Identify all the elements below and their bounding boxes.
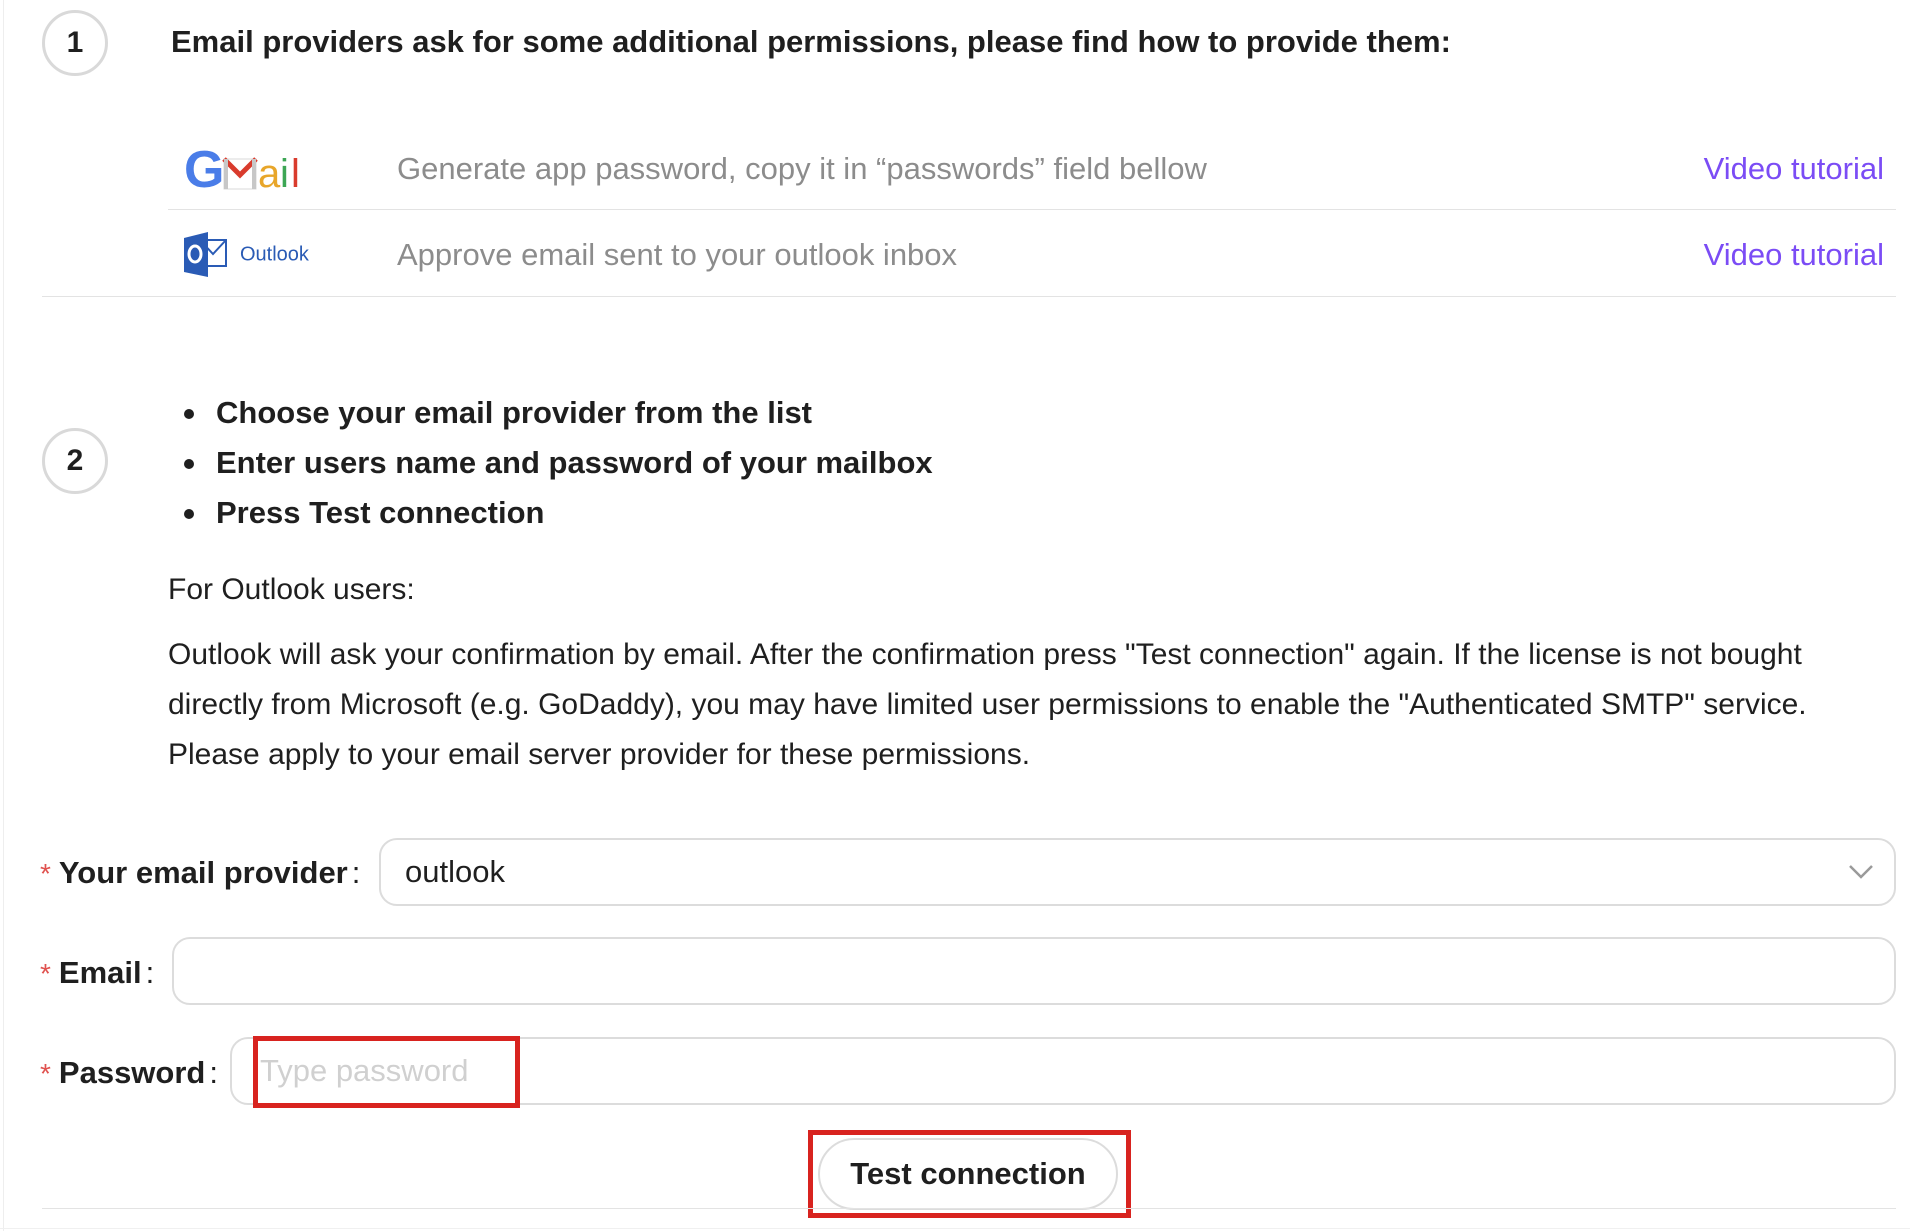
form-bottom-divider [42, 1208, 1896, 1209]
required-mark: * [40, 1058, 51, 1089]
password-label-text: Password [58, 1055, 206, 1090]
section-divider [42, 296, 1896, 297]
required-mark: * [40, 858, 51, 889]
required-mark: * [40, 958, 51, 989]
email-field[interactable] [172, 937, 1896, 1005]
label-colon: : [351, 855, 361, 890]
list-item: Enter users name and password of your ma… [178, 438, 933, 488]
outlook-logo-icon [184, 232, 227, 277]
email-label-text: Email [58, 955, 142, 990]
gmail-instruction: Generate app password, copy it in “passw… [397, 151, 1207, 186]
label-colon: : [209, 1055, 218, 1090]
step-1-badge: 1 [42, 10, 108, 76]
step-2-badge: 2 [42, 428, 108, 494]
password-label: * Password: [40, 1055, 218, 1091]
outlook-users-note: Outlook will ask your confirmation by em… [168, 638, 1807, 771]
provider-row-gmail: G a i l Generate app password, copy it i… [168, 126, 1896, 212]
email-provider-label: * Your email provider: [40, 855, 360, 891]
panel-bottom-edge [0, 1228, 1910, 1229]
test-connection-highlight-box [808, 1130, 1131, 1218]
email-label: * Email: [40, 955, 154, 991]
panel-left-edge [3, 0, 4, 1231]
step-1-heading: Email providers ask for some additional … [171, 24, 1451, 59]
svg-text:G: G [184, 141, 224, 197]
password-highlight-box [253, 1036, 520, 1108]
outlook-logo-text: Outlook [240, 243, 309, 266]
list-item: Choose your email provider from the list [178, 388, 933, 438]
step-2-instructions: Choose your email provider from the list… [178, 388, 933, 538]
email-provider-label-text: Your email provider [58, 855, 348, 890]
settings-panel: 1 Email providers ask for some additiona… [0, 0, 1910, 1231]
chevron-down-icon [1849, 865, 1873, 879]
outlook-video-tutorial-link[interactable]: Video tutorial [1704, 237, 1884, 273]
provider-divider [168, 209, 1896, 210]
list-item: Press Test connection [178, 488, 933, 538]
label-colon: : [145, 955, 155, 990]
email-provider-value: outlook [405, 854, 505, 889]
svg-text:l: l [291, 152, 300, 196]
provider-row-outlook: Outlook Approve email sent to your outlo… [168, 212, 1896, 298]
svg-text:a: a [258, 152, 281, 196]
gmail-video-tutorial-link[interactable]: Video tutorial [1704, 151, 1884, 187]
email-provider-select[interactable]: outlook [379, 838, 1896, 906]
gmail-logo: G a i l [184, 141, 300, 197]
svg-text:i: i [280, 152, 289, 196]
outlook-instruction: Approve email sent to your outlook inbox [397, 237, 958, 272]
outlook-users-title: For Outlook users: [168, 573, 415, 606]
